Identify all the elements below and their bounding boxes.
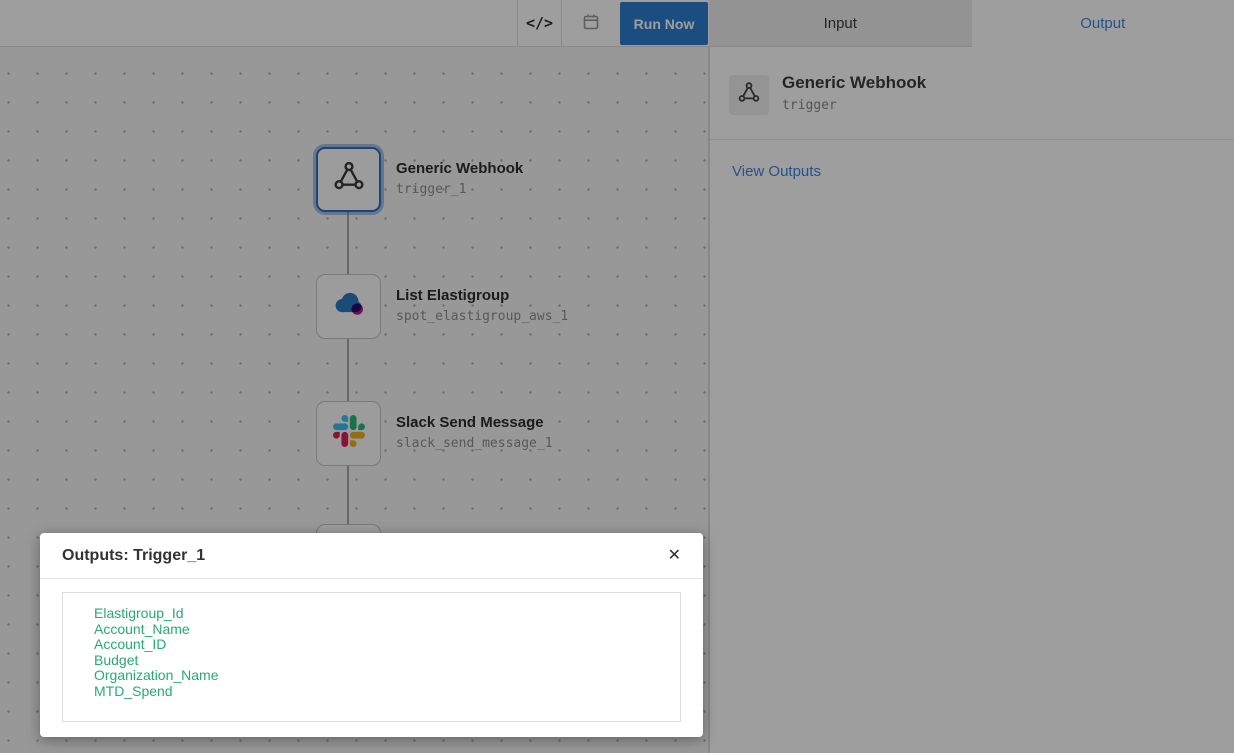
output-item[interactable]: Budget xyxy=(94,653,670,669)
close-icon[interactable]: ✕ xyxy=(666,546,683,566)
outputs-list: Elastigroup_Id Account_Name Account_ID B… xyxy=(62,592,681,722)
outputs-modal-header: Outputs: Trigger_1 ✕ xyxy=(40,533,703,579)
output-item[interactable]: Elastigroup_Id xyxy=(94,606,670,622)
output-item[interactable]: Account_ID xyxy=(94,637,670,653)
workflow-editor: </> Run Now Input Output xyxy=(0,0,1234,753)
output-item[interactable]: MTD_Spend xyxy=(94,684,670,700)
output-item[interactable]: Account_Name xyxy=(94,622,670,638)
outputs-modal-title: Outputs: Trigger_1 xyxy=(62,547,205,565)
output-item[interactable]: Organization_Name xyxy=(94,668,670,684)
outputs-modal: Outputs: Trigger_1 ✕ Elastigroup_Id Acco… xyxy=(40,533,703,737)
